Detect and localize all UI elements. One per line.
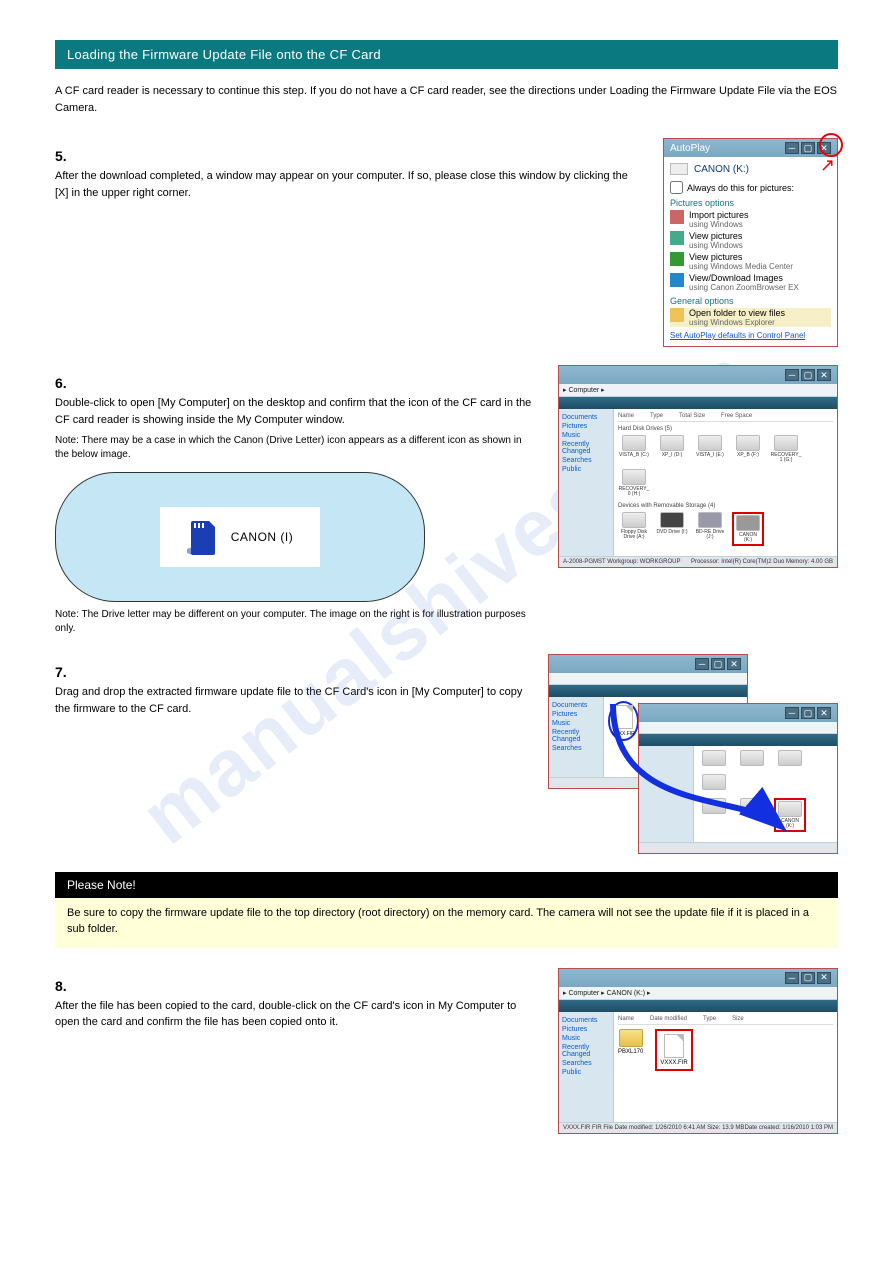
address-bar[interactable]: ▸ Computer ▸ [559,384,837,397]
hdd-icon [622,435,646,451]
drive-item[interactable]: VISTA_B (C:) [618,435,650,463]
sidebar-link[interactable]: Documents [562,414,610,421]
destination-window: ─▢✕ [638,703,838,854]
canon-drive-item[interactable]: CANON (K:) [732,512,764,546]
autoplay-window: AutoPlay ─ ▢ ✕ ↗ CANON (K:) [663,138,838,347]
sd-card-icon [187,517,221,557]
destination-drive[interactable]: CANON (K:) [774,798,806,832]
file-icon [613,705,633,729]
close-button[interactable]: ✕ [817,972,831,984]
autoplay-item[interactable]: View/Download Imagesusing Canon ZoomBrow… [670,273,831,292]
drag-drop-illustration: ─▢✕ DocumentsPicturesMusicRecently Chang… [548,654,838,854]
close-button[interactable]: ✕ [817,369,831,381]
firmware-file-item[interactable]: VXXX.FIR [655,1029,692,1071]
maximize-button[interactable]: ▢ [801,972,815,984]
step7-text: Drag and drop the extracted firmware upd… [55,684,528,717]
hdd-icon [660,435,684,451]
sidebar-link[interactable]: Public [562,466,610,473]
my-computer-window: ─▢✕ ▸ Computer ▸ Documents Pictures Musi… [558,365,838,568]
open-folder-item[interactable]: Open folder to view filesusing Windows E… [670,308,831,327]
drive-item[interactable]: Floppy Disk Drive (A:) [618,512,650,546]
always-label: Always do this for pictures: [687,183,794,193]
step6-text: Double-click to open [My Computer] on th… [55,395,538,428]
drive-item[interactable]: RECOVERY_0 (H:) [618,469,650,497]
section-title-bar: Loading the Firmware Update File onto th… [55,40,838,69]
minimize-button[interactable]: ─ [785,972,799,984]
drive-item[interactable]: VISTA_I (E:) [694,435,726,463]
explorer-sidebar: Documents Pictures Music Recently Change… [559,409,614,556]
step5-number: 5. [55,148,643,164]
always-checkbox[interactable] [670,181,683,194]
column-headers: NameTypeTotal SizeFree Space [618,413,833,422]
drive-item[interactable]: RECOVERY_1 (G:) [770,435,802,463]
address-bar[interactable]: ▸ Computer ▸ CANON (K:) ▸ [559,987,837,1000]
close-highlight-circle [819,133,843,157]
autoplay-title: AutoPlay [670,143,710,154]
status-bar: VXXX.FIR FIR File Date modified: 1/26/20… [559,1122,837,1133]
floppy-icon [622,512,646,528]
general-options-heading: General options [670,296,831,306]
confirmation-window: ─▢✕ ▸ Computer ▸ CANON (K:) ▸ DocumentsP… [558,968,838,1134]
hdd-icon [736,435,760,451]
view-pictures-icon [670,231,684,245]
caution-body: Be sure to copy the firmware update file… [55,898,838,948]
step7-number: 7. [55,664,528,680]
step8-number: 8. [55,978,538,994]
status-bar: A-2008-PGMST Workgroup: WORKGROUPProcess… [559,556,837,567]
step6-note-b: Note: The Drive letter may be different … [55,608,538,636]
drive-item[interactable]: DVD Drive (I:) [656,512,688,546]
step6-note-a: Note: There may be a case in which the C… [55,434,538,462]
caution-heading: Please Note! [55,872,838,898]
sidebar-link[interactable]: Recently Changed [562,441,610,455]
minimize-button[interactable]: ─ [785,142,799,154]
step5-text: After the download completed, a window m… [55,168,643,201]
sidebar-link[interactable]: Searches [562,457,610,464]
hdd-section: Hard Disk Drives (5) [618,426,833,432]
bdre-icon [698,512,722,528]
drive-item[interactable]: BD-RE Drive (J:) [694,512,726,546]
drive-label: CANON (I) [231,530,294,544]
folder-icon [670,308,684,322]
folder-icon [619,1029,643,1047]
drive-item[interactable]: XP_B (F:) [732,435,764,463]
zoombrowser-icon [670,273,684,287]
folder-item[interactable]: PBXL170 [618,1029,643,1071]
autoplay-item[interactable]: View picturesusing Windows [670,231,831,250]
minimize-button[interactable]: ─ [785,369,799,381]
autoplay-item[interactable]: View picturesusing Windows Media Center [670,252,831,271]
import-pictures-icon [670,210,684,224]
sidebar-link[interactable]: Pictures [562,423,610,430]
maximize-button[interactable]: ▢ [801,369,815,381]
pictures-options-heading: Pictures options [670,198,831,208]
media-center-icon [670,252,684,266]
removable-section: Devices with Removable Storage (4) [618,503,833,509]
hdd-icon [622,469,646,485]
control-panel-link[interactable]: Set AutoPlay defaults in Control Panel [670,331,831,340]
explorer-toolbar [559,397,837,409]
drive-icon-callout: CANON (I) [55,472,425,602]
dvd-icon [660,512,684,528]
sidebar-link[interactable]: Music [562,432,610,439]
step6-number: 6. [55,375,538,391]
intro-text: A CF card reader is necessary to continu… [55,83,838,116]
autoplay-item[interactable]: Import picturesusing Windows [670,210,831,229]
firmware-file-source[interactable]: VXXX.FIR [608,701,639,741]
hdd-icon [698,435,722,451]
hdd-icon [774,435,798,451]
card-reader-icon [736,515,760,531]
maximize-button[interactable]: ▢ [801,142,815,154]
card-reader-icon [778,801,802,817]
file-icon [664,1034,684,1058]
autoplay-device-name: CANON (K:) [694,164,749,175]
drive-item[interactable]: XP_I (D:) [656,435,688,463]
step8-text: After the file has been copied to the ca… [55,998,538,1031]
device-icon [670,163,688,175]
